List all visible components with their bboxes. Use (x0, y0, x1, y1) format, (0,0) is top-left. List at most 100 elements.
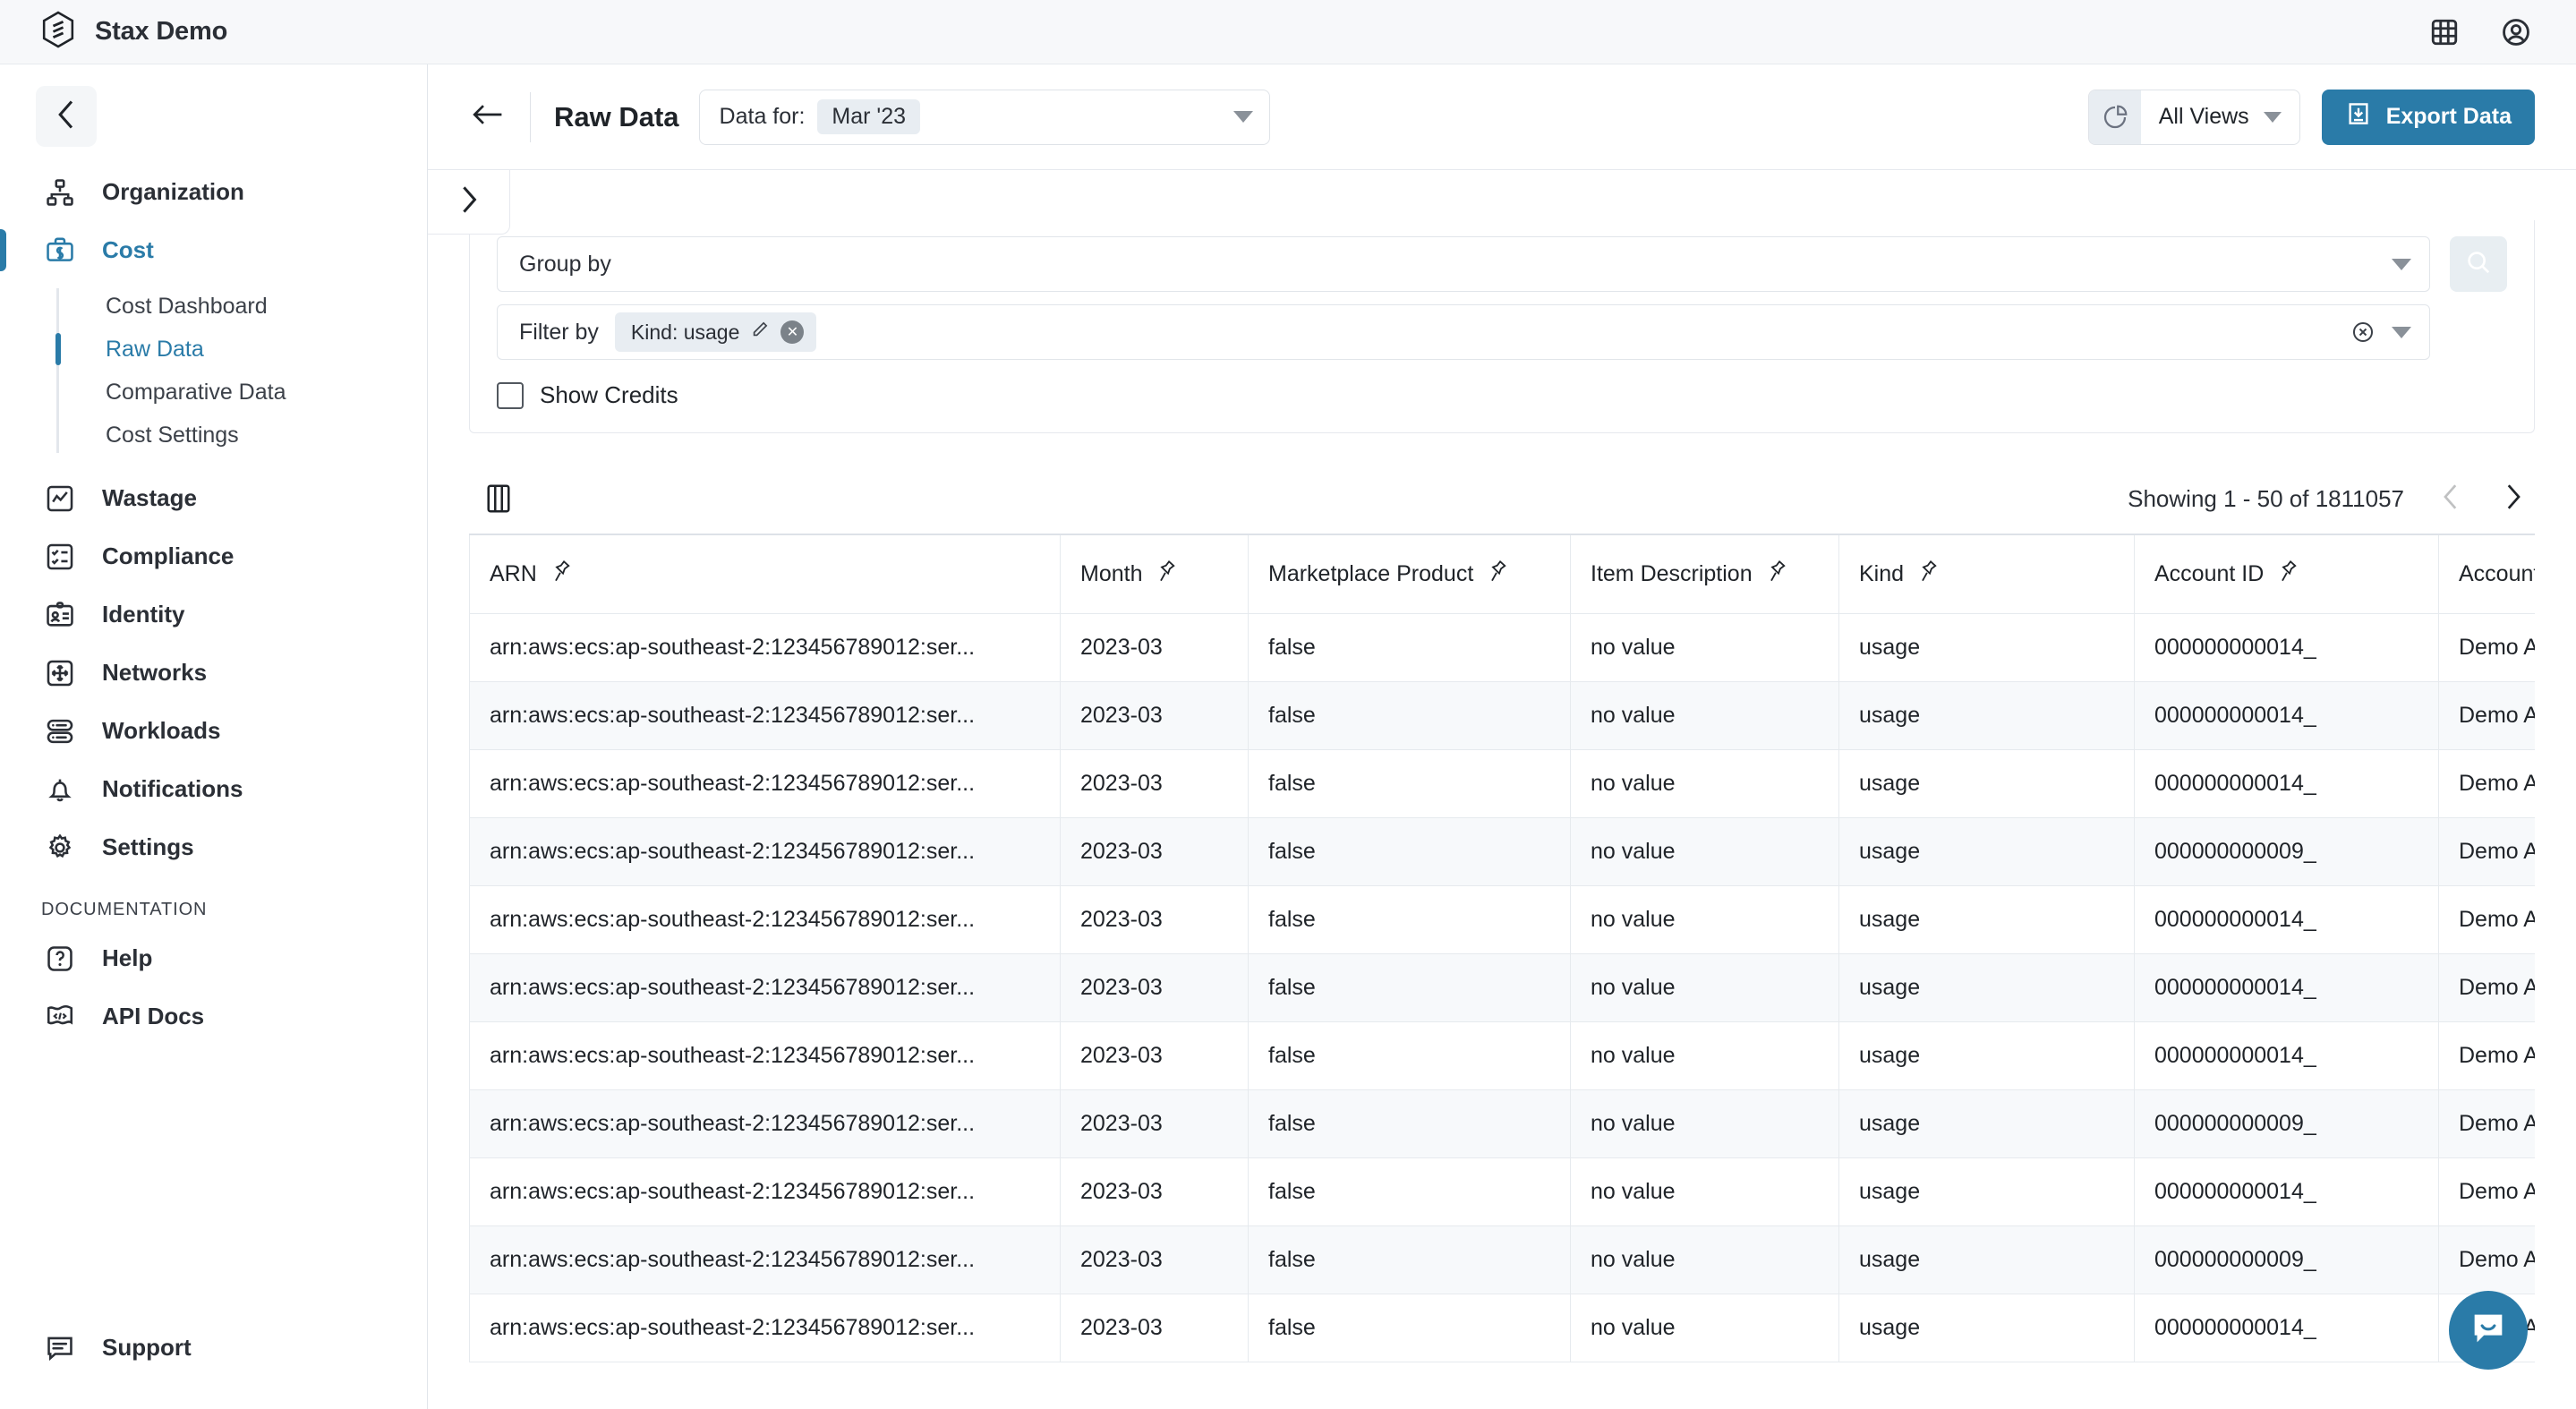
table-row[interactable]: arn:aws:ecs:ap-southeast-2:123456789012:… (469, 1225, 2535, 1294)
table-row[interactable]: arn:aws:ecs:ap-southeast-2:123456789012:… (469, 680, 2535, 750)
pencil-icon[interactable] (750, 320, 770, 345)
sidebar-item-networks[interactable]: Networks (0, 644, 427, 702)
column-header-month[interactable]: Month (1060, 534, 1249, 614)
export-data-button[interactable]: Export Data (2321, 89, 2535, 145)
sidebar-item-organization[interactable]: Organization (0, 163, 427, 221)
table-cell: Demo Account 9 (2438, 1089, 2535, 1158)
sidebar-subitem-raw-data[interactable]: Raw Data (0, 328, 427, 371)
table-cell: usage (1838, 1157, 2135, 1226)
chevron-down-icon (2263, 111, 2282, 123)
table-cell: arn:aws:ecs:ap-southeast-2:123456789012:… (469, 1157, 1061, 1226)
data-for-select[interactable]: Data for: Mar '23 (698, 89, 1270, 145)
table-row[interactable]: arn:aws:ecs:ap-southeast-2:123456789012:… (469, 1089, 2535, 1158)
user-account-icon[interactable] (2499, 15, 2533, 49)
table-cell: Demo Account 9 (2438, 816, 2535, 886)
sidebar-item-notifications[interactable]: Notifications (0, 760, 427, 818)
table-cell: usage (1838, 680, 2135, 750)
expand-panel-button[interactable] (428, 170, 510, 235)
pin-icon[interactable] (1488, 559, 1509, 589)
sidebar-subitem-cost-dashboard[interactable]: Cost Dashboard (0, 285, 427, 328)
brand[interactable]: Stax Demo (0, 11, 227, 53)
chat-launcher-button[interactable] (2449, 1291, 2528, 1370)
table-cell: usage (1838, 1225, 2135, 1294)
pagination-next-button[interactable] (2497, 481, 2529, 517)
table-row[interactable]: arn:aws:ecs:ap-southeast-2:123456789012:… (469, 1020, 2535, 1090)
circle-x-icon[interactable]: ✕ (780, 320, 805, 344)
table-cell: Demo Account 1 (2438, 952, 2535, 1022)
back-button[interactable] (465, 95, 510, 140)
sidebar-item-cost[interactable]: Cost (0, 221, 427, 279)
sidebar-item-compliance[interactable]: Compliance (0, 527, 427, 585)
table-cell: Demo Account 1 (2438, 1020, 2535, 1090)
sidebar-collapse-button[interactable] (36, 86, 97, 147)
table-toolbar: Showing 1 - 50 of 1811057 (469, 464, 2535, 534)
all-views-select[interactable]: All Views (2087, 89, 2300, 145)
table-cell: false (1248, 612, 1571, 682)
columns-toggle-icon[interactable] (478, 478, 519, 519)
table-cell: no value (1570, 1293, 1839, 1362)
table-row[interactable]: arn:aws:ecs:ap-southeast-2:123456789012:… (469, 884, 2535, 954)
sidebar-subitem-comparative-data[interactable]: Comparative Data (0, 371, 427, 414)
sidebar-section-documentation: DOCUMENTATION (41, 900, 208, 919)
sidebar-item-help[interactable]: Help (0, 929, 427, 987)
circle-x-outline-icon[interactable] (2350, 320, 2376, 345)
table-cell: 2023-03 (1060, 1020, 1249, 1090)
column-header-marketplace-product[interactable]: Marketplace Product (1248, 534, 1571, 614)
table-cell: false (1248, 816, 1571, 886)
sidebar-item-settings[interactable]: Settings (0, 818, 427, 876)
table-row[interactable]: arn:aws:ecs:ap-southeast-2:123456789012:… (469, 748, 2535, 818)
column-header-arn[interactable]: ARN (469, 534, 1061, 614)
table-row[interactable]: arn:aws:ecs:ap-southeast-2:123456789012:… (469, 816, 2535, 886)
table-cell: 000000000014_ (2134, 952, 2439, 1022)
sidebar-item-label: Workloads (102, 717, 221, 744)
sidebar-subitem-label: Comparative Data (106, 379, 286, 405)
show-credits-checkbox[interactable] (497, 381, 524, 409)
sidebar-subitem-cost-settings[interactable]: Cost Settings (0, 414, 427, 457)
sidebar-item-api-docs[interactable]: API Docs (0, 987, 427, 1046)
pin-icon[interactable] (551, 559, 573, 589)
column-header-kind[interactable]: Kind (1838, 534, 2135, 614)
table-row[interactable]: arn:aws:ecs:ap-southeast-2:123456789012:… (469, 612, 2535, 682)
sidebar-item-identity[interactable]: Identity (0, 585, 427, 644)
pagination: Showing 1 - 50 of 1811057 (2128, 481, 2535, 517)
filter-by-select[interactable]: Filter by Kind: usage ✕ (497, 304, 2430, 360)
chevron-down-icon (2392, 326, 2411, 338)
id-card-icon (41, 596, 79, 634)
pin-icon[interactable] (1918, 559, 1940, 589)
pie-chart-icon (2088, 90, 2141, 144)
table-row[interactable]: arn:aws:ecs:ap-southeast-2:123456789012:… (469, 1293, 2535, 1362)
show-credits-row: Show Credits (470, 372, 2534, 409)
table-cell: no value (1570, 1225, 1839, 1294)
pin-icon[interactable] (1767, 559, 1788, 589)
table-cell: usage (1838, 1020, 2135, 1090)
table-header-row: ARN Month Marketplace Product Item Descr… (469, 534, 2535, 614)
table-row[interactable]: arn:aws:ecs:ap-southeast-2:123456789012:… (469, 952, 2535, 1022)
column-header-account-name[interactable]: Account Name (2438, 534, 2535, 614)
stax-hexagon-logo-icon (41, 11, 75, 53)
chart-line-box-icon (41, 480, 79, 517)
sidebar-item-support[interactable]: Support (0, 1319, 427, 1377)
data-for-label: Data for: (719, 104, 806, 129)
grid-apps-icon[interactable] (2427, 15, 2461, 49)
top-bar-actions (2427, 15, 2576, 49)
column-header-item-description[interactable]: Item Description (1570, 534, 1839, 614)
table-cell: false (1248, 884, 1571, 954)
column-header-label: ARN (490, 560, 537, 586)
sidebar-item-workloads[interactable]: Workloads (0, 702, 427, 760)
filter-chip-kind-usage[interactable]: Kind: usage ✕ (614, 312, 817, 352)
pagination-prev-button[interactable] (2435, 481, 2467, 517)
table-cell: Demo Account 1 (2438, 884, 2535, 954)
column-header-label: Item Description (1591, 560, 1753, 586)
table-scroll-area[interactable]: ARN Month Marketplace Product Item Descr… (469, 534, 2535, 1362)
table-cell: false (1248, 1089, 1571, 1158)
table-cell: 000000000014_ (2134, 680, 2439, 750)
pin-icon[interactable] (1156, 559, 1178, 589)
all-views-label: All Views (2158, 104, 2249, 129)
table-cell: no value (1570, 1157, 1839, 1226)
pin-icon[interactable] (2278, 559, 2299, 589)
column-header-account-id[interactable]: Account ID (2134, 534, 2439, 614)
table-row[interactable]: arn:aws:ecs:ap-southeast-2:123456789012:… (469, 1157, 2535, 1226)
sidebar-item-wastage[interactable]: Wastage (0, 469, 427, 527)
briefcase-dollar-icon (41, 232, 79, 269)
column-header-label: Marketplace Product (1268, 560, 1474, 586)
